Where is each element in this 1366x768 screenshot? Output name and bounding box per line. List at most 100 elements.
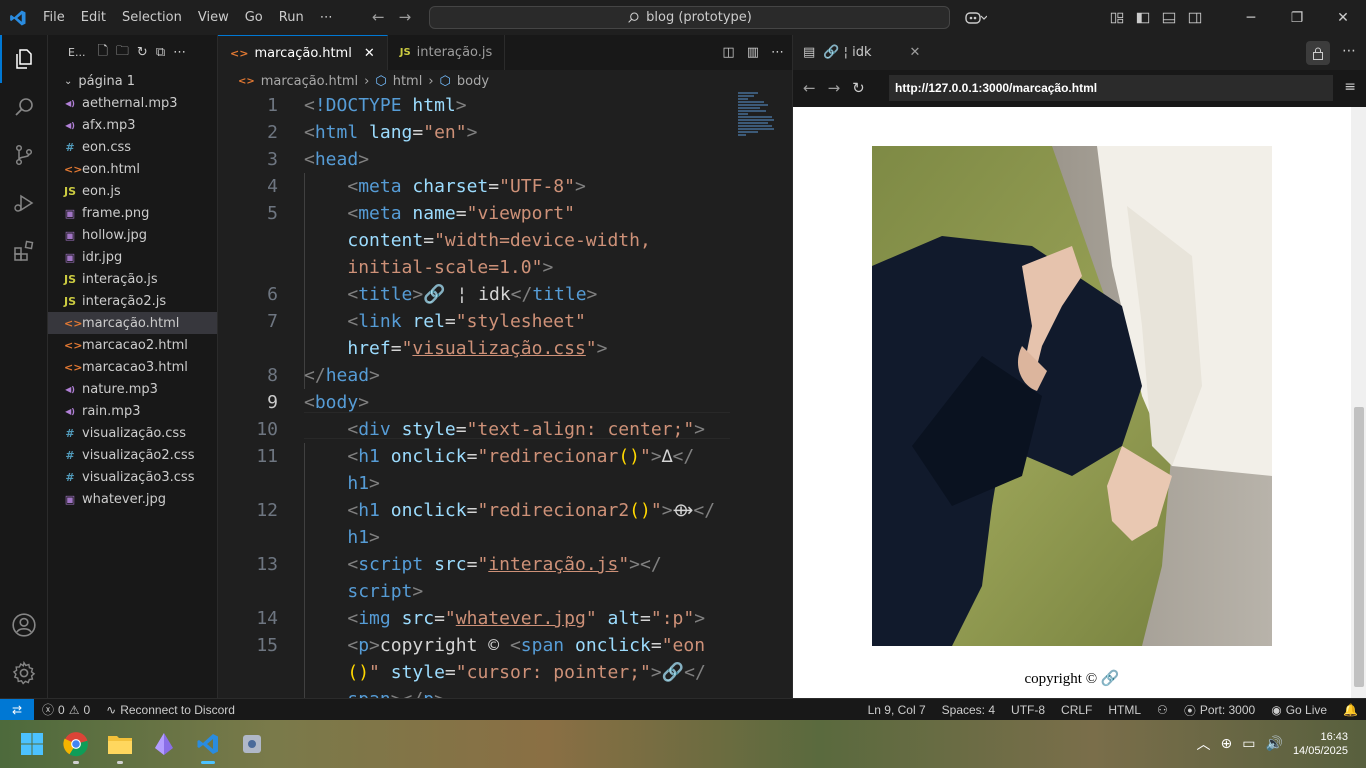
chevron-down-icon: ⌄ bbox=[64, 75, 73, 87]
tab-interacao-js[interactable]: JS interação.js bbox=[388, 35, 506, 70]
file-item[interactable]: # eon.css bbox=[48, 136, 217, 158]
remote-indicator-icon[interactable]: ⇄ bbox=[0, 698, 34, 721]
editor-more-icon[interactable]: ⋯ bbox=[771, 45, 784, 60]
menu-item[interactable]: Go bbox=[237, 10, 271, 25]
back-arrow-icon[interactable]: ← bbox=[803, 79, 816, 97]
explorer-icon[interactable] bbox=[0, 35, 48, 83]
minimap[interactable] bbox=[738, 92, 782, 152]
app-gear-icon[interactable] bbox=[236, 728, 268, 760]
menu-item[interactable]: Run bbox=[271, 10, 312, 25]
source-control-icon[interactable] bbox=[0, 131, 48, 179]
copilot-status-icon[interactable]: ⚇ bbox=[1149, 703, 1176, 717]
file-item[interactable]: JS interação.js bbox=[48, 268, 217, 290]
go-live-button[interactable]: ◉ Go Live bbox=[1263, 703, 1335, 717]
reload-icon[interactable]: ↻ bbox=[852, 79, 865, 97]
file-item[interactable]: <> marcacao3.html bbox=[48, 356, 217, 378]
wifi-network-icon[interactable]: ⊕ bbox=[1221, 736, 1233, 752]
menu-item[interactable]: Edit bbox=[73, 10, 114, 25]
close-tab-icon[interactable]: ✕ bbox=[364, 46, 375, 61]
file-item[interactable]: JS eon.js bbox=[48, 180, 217, 202]
file-item[interactable]: <> marcacao2.html bbox=[48, 334, 217, 356]
file-explorer-icon[interactable] bbox=[104, 728, 136, 764]
breadcrumb-item[interactable]: marcação.html bbox=[261, 74, 358, 89]
file-item[interactable]: <> eon.html bbox=[48, 158, 217, 180]
file-item[interactable]: # visualização.css bbox=[48, 422, 217, 444]
code-editor[interactable]: 1 <!DOCTYPE html> 2 <html lang="en"> 3 <hea… bbox=[218, 92, 792, 698]
copilot-icon[interactable] bbox=[958, 0, 994, 35]
display-icon[interactable]: ▭ bbox=[1242, 736, 1255, 752]
refresh-icon[interactable]: ↻ bbox=[137, 45, 148, 60]
collapse-all-icon[interactable]: ⧉ bbox=[156, 45, 165, 60]
file-item[interactable]: ▣ whatever.jpg bbox=[48, 488, 217, 510]
file-item[interactable]: ◀) rain.mp3 bbox=[48, 400, 217, 422]
vscode-taskbar-icon[interactable] bbox=[192, 728, 224, 764]
toggle-sidebar-icon[interactable] bbox=[1130, 0, 1156, 35]
new-file-icon[interactable]: 🗋 bbox=[97, 42, 107, 64]
folder-pagina-1[interactable]: ⌄ página 1 bbox=[48, 70, 217, 92]
breadcrumb-item[interactable]: body bbox=[457, 74, 489, 89]
discord-status[interactable]: ∿ Reconnect to Discord bbox=[98, 703, 243, 717]
back-arrow-icon[interactable]: ← bbox=[372, 8, 385, 26]
tab-preview-idk[interactable]: ▤ 🔗 ¦ idk ✕ bbox=[793, 35, 930, 70]
app-purple-icon[interactable] bbox=[148, 728, 180, 760]
volume-icon[interactable]: 🔊 bbox=[1266, 736, 1283, 752]
file-item[interactable]: ◀) aethernal.mp3 bbox=[48, 92, 217, 114]
minimize-icon[interactable]: ─ bbox=[1228, 0, 1274, 35]
menu-item[interactable]: ⋯ bbox=[312, 10, 341, 25]
chevron-up-icon[interactable]: ︿ bbox=[1197, 734, 1211, 754]
file-item[interactable]: ▣ frame.png bbox=[48, 202, 217, 224]
problems-indicator[interactable]: ⓧ 0 ⚠ 0 bbox=[34, 701, 98, 718]
preview-scrollbar[interactable] bbox=[1351, 107, 1366, 698]
customize-layout-icon[interactable] bbox=[1104, 0, 1130, 35]
more-actions-icon[interactable]: ⋯ bbox=[173, 45, 186, 60]
forward-arrow-icon[interactable]: → bbox=[399, 8, 412, 26]
cursor-position[interactable]: Ln 9, Col 7 bbox=[860, 703, 934, 717]
file-item[interactable]: # visualização2.css bbox=[48, 444, 217, 466]
indentation[interactable]: Spaces: 4 bbox=[934, 703, 1003, 717]
file-item[interactable]: # visualização3.css bbox=[48, 466, 217, 488]
chrome-icon[interactable] bbox=[60, 728, 92, 764]
encoding[interactable]: UTF-8 bbox=[1003, 703, 1053, 717]
hamburger-menu-icon[interactable]: ≡ bbox=[1344, 79, 1356, 95]
menu-item[interactable]: File bbox=[35, 10, 73, 25]
clock[interactable]: 16:43 14/05/2025 bbox=[1293, 730, 1348, 758]
command-center-search[interactable]: blog (prototype) bbox=[429, 6, 950, 29]
breadcrumb-item[interactable]: html bbox=[393, 74, 423, 89]
toggle-secondary-sidebar-icon[interactable] bbox=[1182, 0, 1208, 35]
tab-marcacao-html[interactable]: <> marcação.html ✕ bbox=[218, 35, 388, 70]
notifications-bell-icon[interactable]: 🔔 bbox=[1335, 703, 1366, 717]
menu-item[interactable]: Selection bbox=[114, 10, 190, 25]
restore-icon[interactable]: ❐ bbox=[1274, 0, 1320, 35]
lock-icon[interactable] bbox=[1306, 41, 1330, 65]
file-item[interactable]: ▣ idr.jpg bbox=[48, 246, 217, 268]
preview-more-icon[interactable]: ⋯ bbox=[1342, 43, 1356, 59]
address-bar[interactable]: http://127.0.0.1:3000/marcação.html bbox=[889, 75, 1333, 101]
open-preview-icon[interactable]: ◫ bbox=[722, 45, 734, 60]
toggle-panel-icon[interactable] bbox=[1156, 0, 1182, 35]
account-icon[interactable] bbox=[0, 601, 48, 649]
code-line: 11 <h1 onclick="redirecionar()">∆</ bbox=[256, 446, 695, 467]
explorer-panel: E... 🗋 🗀 ↻ ⧉ ⋯ ⌄ página 1 ◀) aethernal.mp… bbox=[48, 35, 218, 698]
new-folder-icon[interactable]: 🗀 bbox=[116, 42, 129, 64]
scrollbar-thumb[interactable] bbox=[1354, 407, 1364, 687]
language-mode[interactable]: HTML bbox=[1100, 703, 1149, 717]
file-item[interactable]: <> marcação.html bbox=[48, 312, 217, 334]
activity-bar bbox=[0, 35, 48, 698]
run-debug-icon[interactable] bbox=[0, 179, 48, 227]
search-view-icon[interactable] bbox=[0, 83, 48, 131]
windows-start-icon[interactable] bbox=[16, 728, 48, 760]
split-editor-icon[interactable]: ▥ bbox=[747, 45, 759, 60]
file-item[interactable]: JS interação2.js bbox=[48, 290, 217, 312]
end-of-line[interactable]: CRLF bbox=[1053, 703, 1100, 717]
extensions-icon[interactable] bbox=[0, 227, 48, 275]
close-window-icon[interactable]: ✕ bbox=[1320, 0, 1366, 35]
close-tab-icon[interactable]: ✕ bbox=[910, 45, 921, 60]
forward-arrow-icon[interactable]: → bbox=[828, 79, 841, 97]
file-item[interactable]: ◀) afx.mp3 bbox=[48, 114, 217, 136]
menu-item[interactable]: View bbox=[190, 10, 237, 25]
copyright-text[interactable]: copyright © 🔗 bbox=[793, 669, 1351, 688]
port-status[interactable]: ⦿ Port: 3000 bbox=[1176, 702, 1263, 719]
file-item[interactable]: ▣ hollow.jpg bbox=[48, 224, 217, 246]
settings-gear-icon[interactable] bbox=[0, 649, 48, 697]
file-item[interactable]: ◀) nature.mp3 bbox=[48, 378, 217, 400]
